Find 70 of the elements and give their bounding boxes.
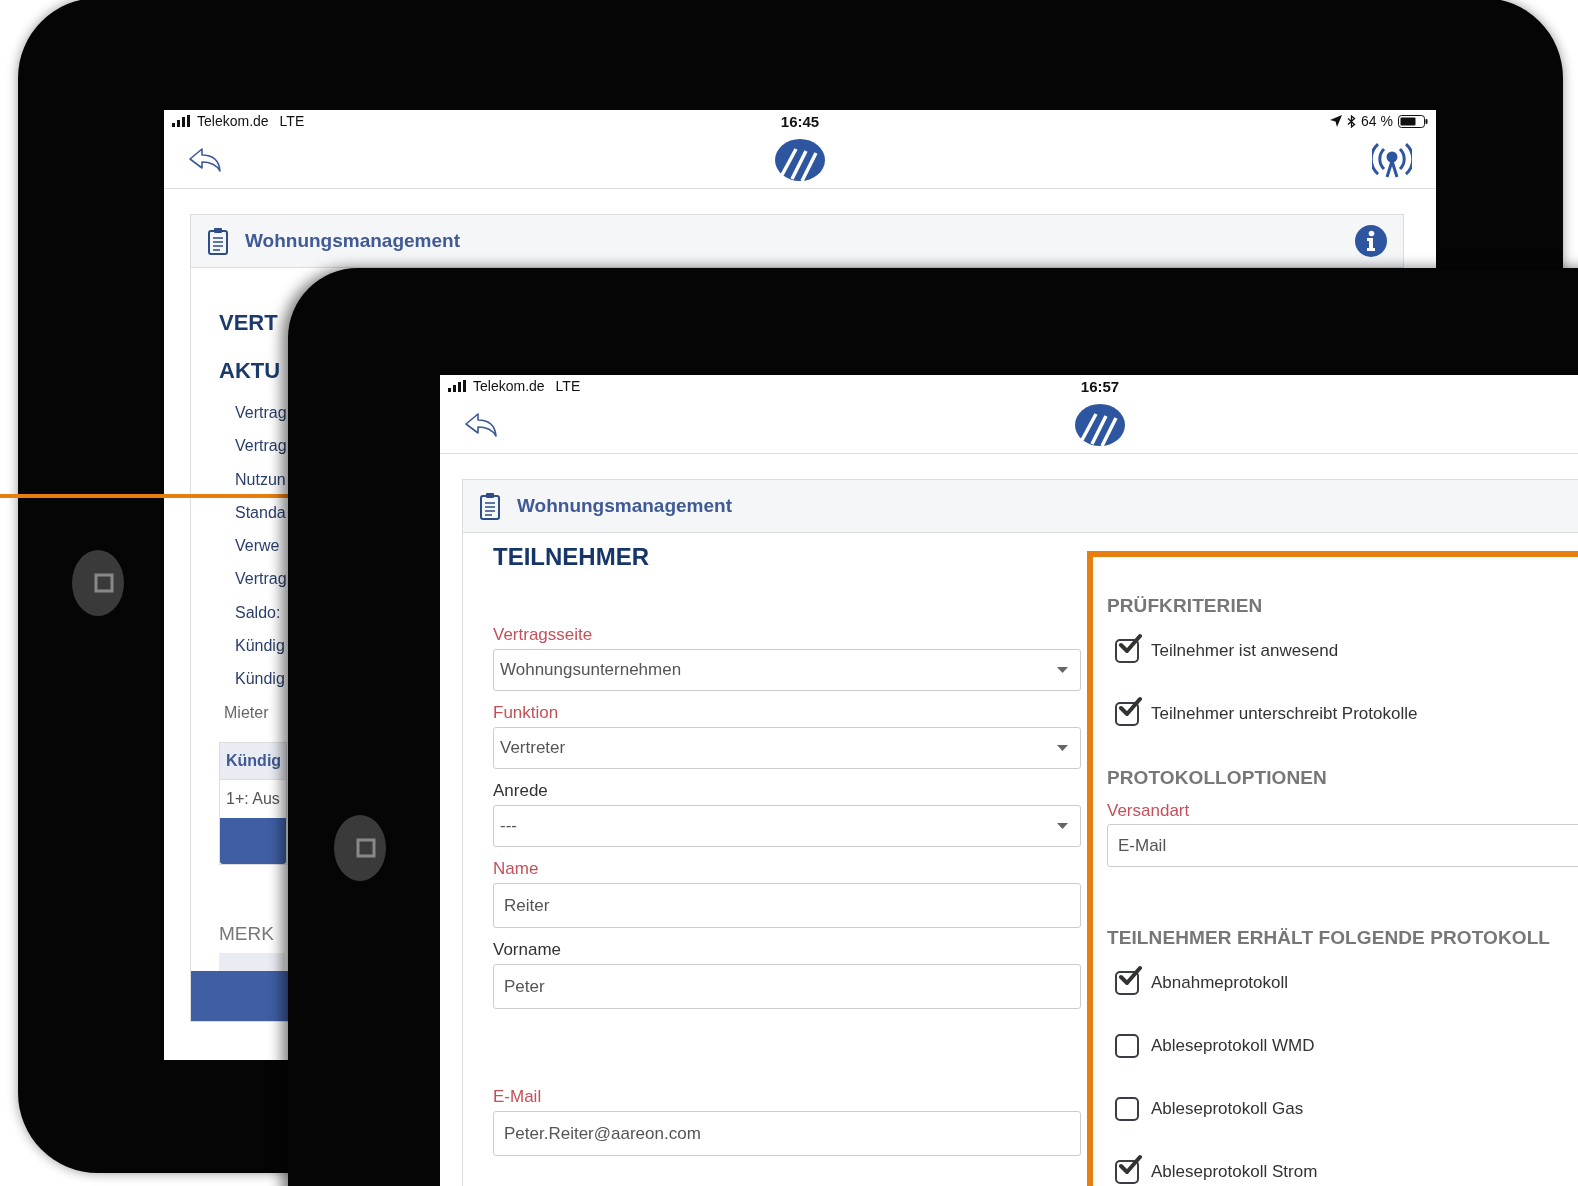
action-button[interactable] bbox=[220, 817, 286, 864]
battery-icon bbox=[1398, 114, 1428, 128]
signal-icon bbox=[448, 380, 468, 392]
dropdown[interactable]: Wohnungsunternehmen bbox=[493, 649, 1081, 691]
home-button-icon[interactable] bbox=[332, 813, 388, 883]
back-arrow-icon[interactable] bbox=[188, 147, 222, 173]
checkbox[interactable] bbox=[1115, 1096, 1139, 1121]
field-label: Vertragsseite bbox=[493, 625, 594, 646]
carrier-name: Telekom.de bbox=[197, 113, 269, 129]
status-time: 16:45 bbox=[780, 112, 820, 130]
battery-percentage: 64 % bbox=[1361, 113, 1393, 129]
input-field[interactable]: Peter.Reiter@aareon.com bbox=[493, 1111, 1081, 1156]
caret-icon bbox=[1057, 745, 1068, 751]
field-label: Vertrag bbox=[235, 403, 287, 423]
checkbox-label: Abnahmeprotokoll bbox=[1151, 972, 1289, 993]
field-label: Saldo: bbox=[235, 602, 281, 623]
logo-icon bbox=[774, 137, 826, 183]
checkbox-label: Ableseprotokoll Gas bbox=[1151, 1098, 1304, 1119]
antenna-icon[interactable] bbox=[1372, 141, 1412, 179]
location-arrow-icon bbox=[1330, 115, 1343, 127]
status-time: 16:57 bbox=[1080, 377, 1120, 395]
panel-title: Wohnungsmanagement bbox=[517, 495, 732, 517]
network-type: LTE bbox=[555, 378, 581, 394]
field-label: Anrede bbox=[493, 781, 549, 802]
input-field[interactable]: Peter bbox=[493, 964, 1081, 1009]
network-type: LTE bbox=[279, 113, 305, 129]
input-field[interactable]: Reiter bbox=[493, 883, 1081, 928]
home-button-icon[interactable] bbox=[70, 548, 126, 618]
carrier-name: Telekom.de bbox=[473, 378, 545, 394]
field-label: Funktion bbox=[493, 703, 560, 724]
dropdown[interactable]: --- bbox=[493, 805, 1081, 847]
field-label: Kündig bbox=[235, 669, 285, 690]
section-heading: TEILNEHMER bbox=[493, 543, 650, 572]
back-arrow-icon[interactable] bbox=[464, 412, 498, 438]
bluetooth-icon bbox=[1347, 114, 1357, 128]
field-label: E-Mail bbox=[493, 1087, 543, 1108]
section-heading: TEILNEHMER ERHÄLT FOLGENDE PROTOKOLL bbox=[1107, 927, 1552, 949]
clipboard-icon bbox=[207, 227, 229, 255]
field-label: Kündig bbox=[235, 636, 285, 657]
caret-icon bbox=[1057, 823, 1068, 829]
panel-title: Wohnungsmanagement bbox=[245, 230, 460, 252]
field-label: Versandart bbox=[1107, 801, 1191, 822]
field-label: Vertrag bbox=[235, 436, 287, 457]
dropdown[interactable]: Vertreter bbox=[493, 727, 1081, 769]
checkbox-label: Ableseprotokoll Strom bbox=[1151, 1161, 1318, 1182]
clipboard-icon bbox=[479, 492, 501, 520]
info-icon[interactable] bbox=[1355, 225, 1387, 257]
field-label: Verwe bbox=[235, 536, 280, 557]
field-label: Nutzun bbox=[235, 469, 286, 490]
signal-icon bbox=[172, 115, 192, 127]
checkbox-label: Teilnehmer ist anwesend bbox=[1151, 640, 1339, 661]
field-label: Vorname bbox=[493, 940, 563, 961]
field-label: Standa bbox=[235, 502, 286, 523]
section-heading: PROTOKOLLOPTIONEN bbox=[1107, 767, 1328, 789]
section-heading: MERK bbox=[219, 922, 274, 945]
table-header-row bbox=[219, 952, 285, 971]
checkbox-label: Ableseprotokoll WMD bbox=[1151, 1035, 1315, 1056]
checkbox[interactable] bbox=[1115, 1033, 1139, 1058]
checkbox-label: Teilnehmer unterschreibt Protokolle bbox=[1151, 703, 1418, 724]
section-heading: PRÜFKRITERIEN bbox=[1107, 595, 1264, 617]
section-heading: VERT bbox=[219, 310, 278, 337]
table-header: Kündig bbox=[220, 742, 286, 779]
table-cell: 1+: Aus bbox=[220, 778, 286, 818]
group-label: Mieter bbox=[224, 703, 269, 722]
field-label: Name bbox=[493, 859, 540, 880]
section-heading: AKTU bbox=[219, 358, 281, 385]
caret-icon bbox=[1057, 667, 1068, 673]
logo-icon bbox=[1074, 402, 1126, 448]
field-label: Vertrag bbox=[235, 569, 287, 590]
input-field[interactable]: E-Mail bbox=[1107, 824, 1578, 867]
